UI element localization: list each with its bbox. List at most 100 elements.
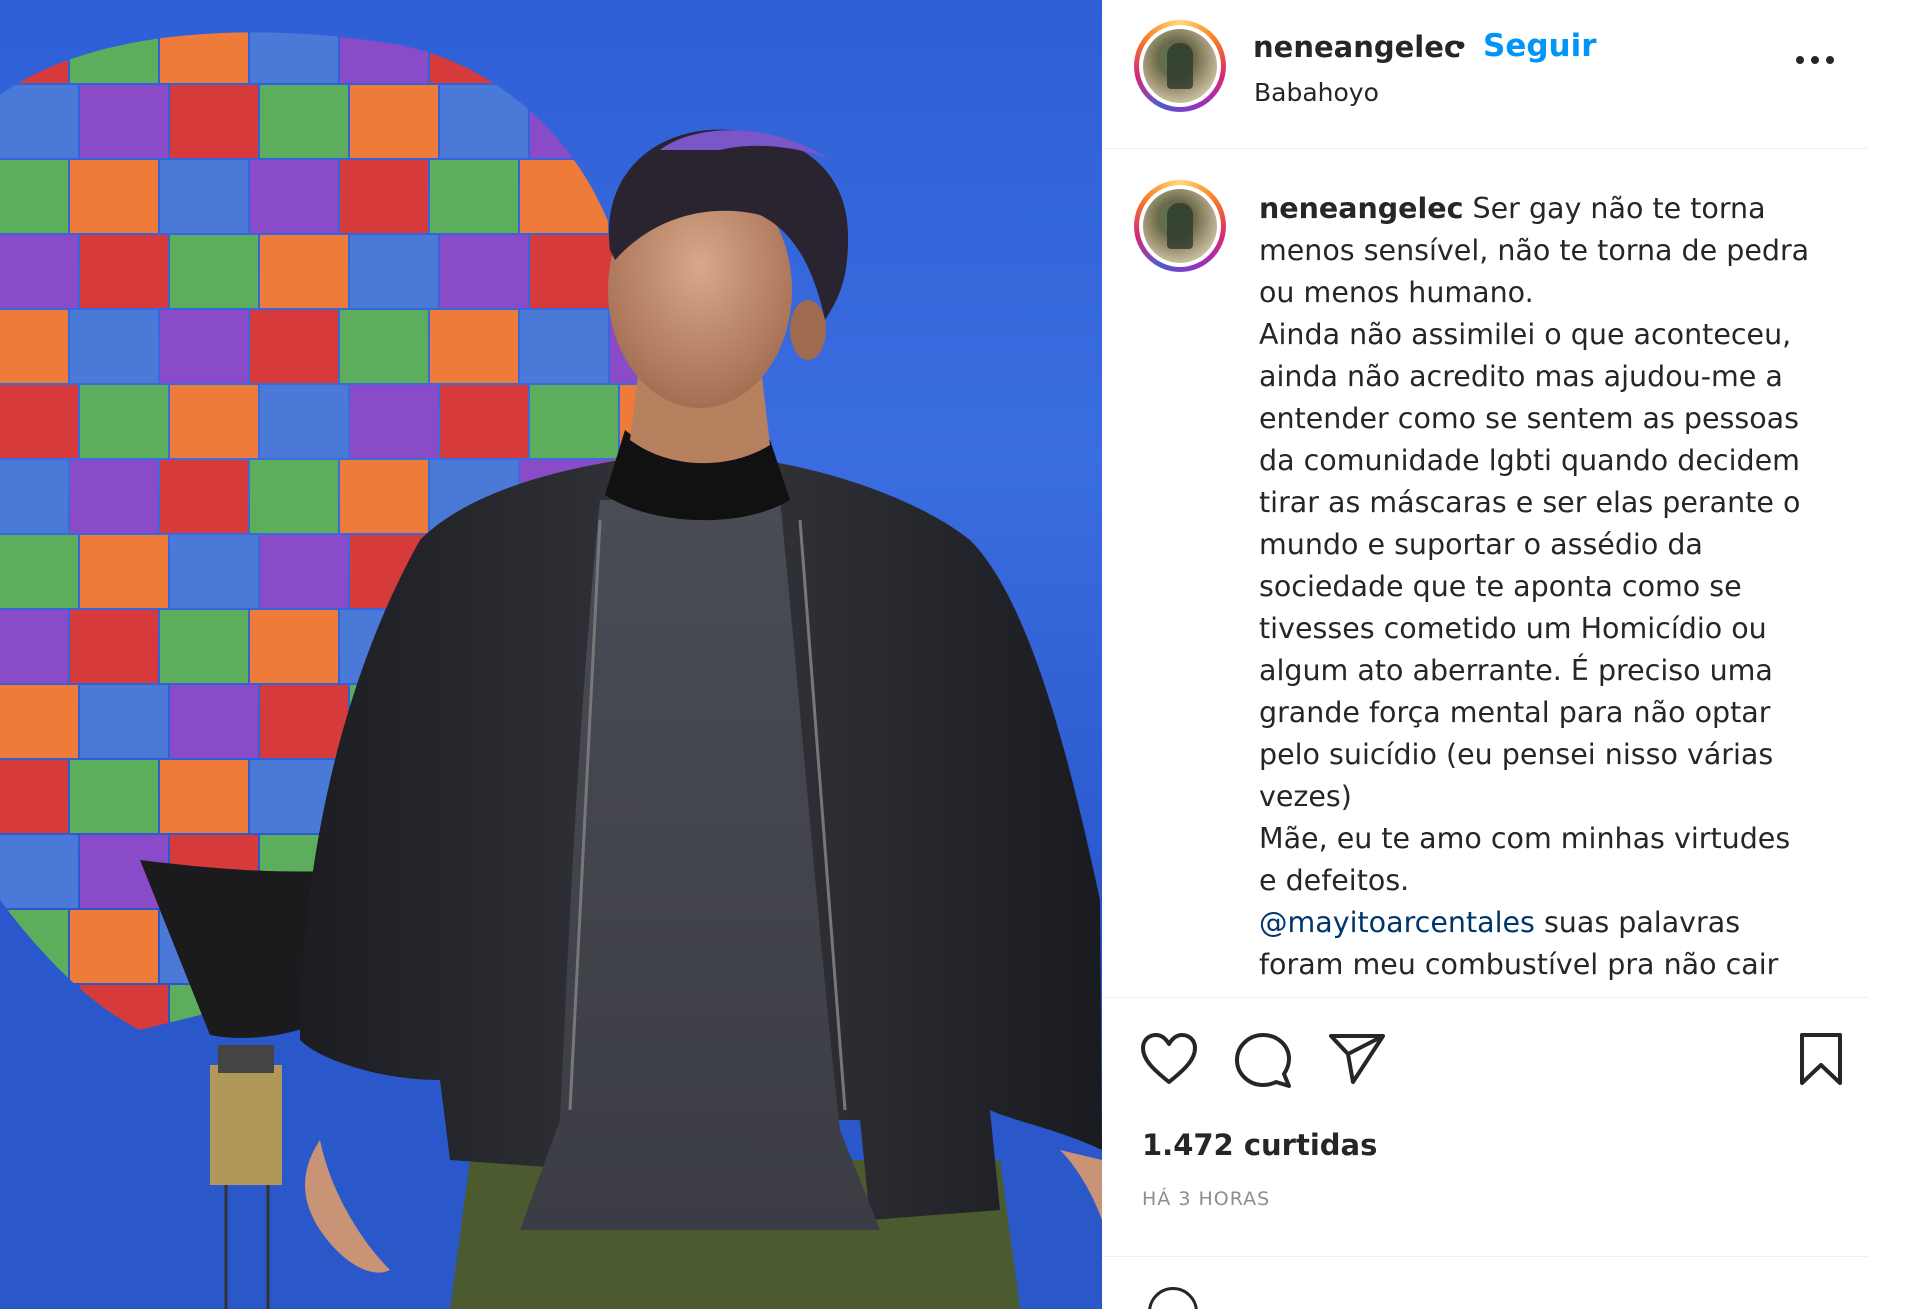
balloon-panel [430, 32, 518, 83]
balloon-panel [0, 985, 78, 1030]
caption-line: tivesses cometido um Homicídio ou [1259, 612, 1767, 645]
caption-line: suas palavras [1534, 906, 1741, 939]
balloon-panel [340, 160, 428, 233]
balloon-panel [250, 310, 338, 383]
caption-line: Ainda não assimilei o que aconteceu, [1259, 318, 1792, 351]
caption-avatar[interactable] [1134, 180, 1226, 272]
balloon-panel [170, 685, 258, 758]
balloon-panel [610, 32, 638, 83]
separator-dot: • [1453, 32, 1469, 62]
balloon-panel [170, 535, 258, 608]
caption-line: algum ato aberrante. É preciso uma [1259, 654, 1773, 687]
balloon-panel [160, 32, 248, 83]
caption-first-line: neneangelec Ser gay não te torna [1259, 188, 1819, 230]
balloon-panel [250, 610, 338, 683]
balloon-panel [70, 760, 158, 833]
post-photo[interactable] [0, 0, 1102, 1309]
balloon-panel [0, 1060, 68, 1133]
caption-line: mundo e suportar o assédio da [1259, 528, 1703, 561]
caption-username[interactable]: neneangelec [1259, 192, 1463, 225]
balloon-panel [260, 535, 348, 608]
balloon-panel [80, 85, 168, 158]
balloon-panel [70, 310, 158, 383]
post-caption: neneangelec Ser gay não te torna menos s… [1259, 188, 1819, 986]
page-margin [1868, 0, 1920, 1309]
caption-line: Ser gay não te torna [1472, 192, 1766, 225]
balloon-panel [440, 385, 528, 458]
caption-line: tirar as máscaras e ser elas perante o [1259, 486, 1801, 519]
post-timestamp[interactable]: HÁ 3 HORAS [1142, 1188, 1270, 1210]
caption-line: sociedade que te aponta como se [1259, 570, 1742, 603]
balloon-panel [70, 460, 158, 533]
caption-line: Mãe, eu te amo com minhas virtudes [1259, 822, 1791, 855]
heart-icon[interactable] [1140, 1032, 1198, 1086]
caption-mention-line: @mayitoarcentales suas palavras [1259, 902, 1819, 944]
balloon-panel [430, 160, 518, 233]
balloon-panel [520, 160, 608, 233]
balloon-panel [350, 85, 438, 158]
balloon-panel [70, 32, 158, 83]
balloon-panel [170, 85, 258, 158]
balloon-panel [70, 1060, 158, 1133]
author-avatar[interactable] [1134, 20, 1226, 112]
balloon-panel [250, 460, 338, 533]
balloon-panel [530, 85, 618, 158]
more-horizontal-icon[interactable] [1796, 54, 1836, 66]
balloon-panel [160, 310, 248, 383]
caption-line: ou menos humano. [1259, 276, 1534, 309]
balloon-panel [350, 385, 438, 458]
balloon-panel [260, 685, 348, 758]
balloon-panel [250, 32, 338, 83]
balloon-panel [260, 385, 348, 458]
balloon-panel [160, 460, 248, 533]
post-location[interactable]: Babahoyo [1254, 78, 1379, 107]
balloon-panel [0, 535, 78, 608]
balloon-panel [0, 235, 78, 308]
author-username[interactable]: neneangelec [1253, 30, 1461, 64]
caption-line: pelo suicídio (eu pensei nisso várias [1259, 738, 1774, 771]
balloon-panel [70, 160, 158, 233]
balloon-panel [0, 835, 78, 908]
balloon-panel [70, 910, 158, 983]
comment-icon[interactable] [1234, 1032, 1292, 1090]
balloon-panel [530, 235, 618, 308]
balloon-panel [440, 85, 528, 158]
balloon-panel [0, 760, 68, 833]
balloon-panel [70, 610, 158, 683]
balloon-panel [0, 910, 68, 983]
balloon-panel [0, 32, 68, 83]
balloon-panel [0, 310, 68, 383]
mention-link[interactable]: @mayitoarcentales [1259, 906, 1535, 939]
balloon-panel [0, 460, 68, 533]
balloon-panel [80, 235, 168, 308]
balloon-panel [80, 685, 168, 758]
balloon-panel [340, 310, 428, 383]
caption-line: entender como se sentem as pessoas [1259, 402, 1799, 435]
header-divider [1102, 148, 1868, 149]
emoji-icon[interactable] [1148, 1287, 1198, 1309]
balloon-panel [0, 385, 78, 458]
balloon-panel [0, 685, 78, 758]
likes-count[interactable]: 1.472 curtidas [1142, 1128, 1377, 1162]
caption-line: foram meu combustível pra não cair [1259, 948, 1779, 981]
balloon-panel [260, 85, 348, 158]
balloon-panel [80, 385, 168, 458]
balloon-panel [430, 310, 518, 383]
bookmark-icon[interactable] [1798, 1032, 1844, 1086]
balloon-panel [340, 32, 428, 83]
caption-line: e defeitos. [1259, 864, 1410, 897]
balloon-panel [350, 235, 438, 308]
follow-button[interactable]: Seguir [1483, 28, 1597, 64]
balloon-panel [260, 235, 348, 308]
caption-line: vezes) [1259, 780, 1352, 813]
balloon-panel [340, 460, 428, 533]
balloon-panel [80, 985, 168, 1030]
balloon-panel [160, 760, 248, 833]
post-photo-illustration [0, 32, 1102, 1309]
balloon-panel [160, 160, 248, 233]
balloon-panel [170, 385, 258, 458]
comment-area [1102, 1257, 1868, 1309]
balloon-panel [170, 235, 258, 308]
send-icon[interactable] [1328, 1032, 1386, 1086]
balloon-panel [520, 310, 608, 383]
